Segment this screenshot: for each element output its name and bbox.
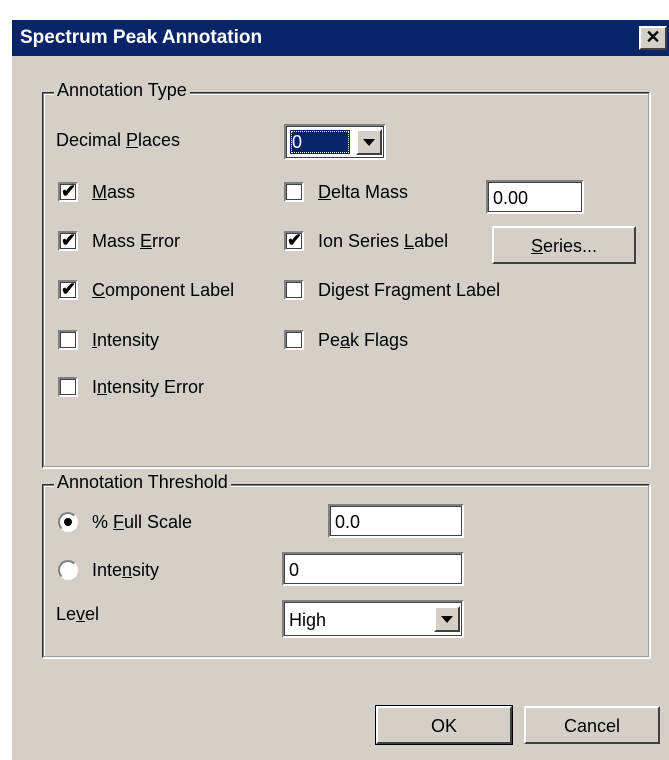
ion-series-label-checkbox[interactable]: ✔: [284, 230, 304, 251]
mass-error-label: Mass Error: [92, 231, 181, 251]
decimal-places-dropdown[interactable]: 0: [284, 124, 386, 160]
delta-mass-checkbox[interactable]: [284, 182, 304, 202]
intensity-threshold-input[interactable]: 0: [282, 552, 464, 586]
mass-error-checkbox[interactable]: ✔: [58, 230, 78, 251]
digest-fragment-label-label: Digest Fragment Label: [318, 280, 501, 300]
check-icon: ✔: [61, 279, 77, 299]
delta-mass-label: Delta Mass: [318, 182, 409, 202]
chevron-down-icon: [363, 139, 375, 146]
annotation-type-legend: Annotation Type: [54, 80, 190, 101]
delta-mass-input[interactable]: 0.00: [486, 180, 584, 214]
component-label-checkbox[interactable]: ✔: [58, 279, 78, 300]
mass-checkbox[interactable]: ✔: [58, 181, 78, 202]
intensity-error-label: Intensity Error: [92, 377, 205, 397]
close-button[interactable]: ✕: [639, 26, 667, 50]
cancel-button[interactable]: Cancel: [524, 706, 660, 744]
intensity-error-checkbox[interactable]: [58, 377, 78, 397]
peak-flags-checkbox[interactable]: [284, 330, 304, 350]
intensity-label: Intensity: [92, 330, 160, 350]
full-scale-input[interactable]: 0.0: [328, 504, 464, 538]
peak-flags-label: Peak Flags: [318, 330, 409, 350]
check-icon: ✔: [61, 230, 77, 250]
intensity-radio[interactable]: [58, 560, 78, 580]
full-scale-label: % Full Scale: [92, 512, 193, 532]
decimal-places-dropdown-button[interactable]: [356, 129, 382, 155]
title-bar[interactable]: Spectrum Peak Annotation ✕: [12, 20, 669, 56]
check-icon: ✔: [287, 230, 303, 250]
mass-label: Mass: [92, 182, 136, 202]
chevron-down-icon: [441, 616, 453, 623]
ok-button[interactable]: OK: [375, 705, 513, 745]
ion-series-label-label: Ion Series Label: [318, 231, 449, 251]
decimal-places-value: 0: [290, 130, 350, 154]
level-dropdown-button[interactable]: [434, 606, 460, 632]
annotation-threshold-legend: Annotation Threshold: [54, 472, 231, 493]
check-icon: ✔: [61, 181, 77, 201]
dialog-window: Spectrum Peak Annotation ✕ Annotation Ty…: [10, 18, 669, 760]
decimal-places-label: Decimal Places: [56, 130, 181, 150]
series-button[interactable]: Series...: [492, 226, 636, 264]
full-scale-radio[interactable]: [58, 512, 78, 532]
component-label-label: Component Label: [92, 280, 235, 300]
level-value: High: [289, 610, 327, 630]
digest-fragment-label-checkbox[interactable]: [284, 280, 304, 300]
level-label: Level: [56, 604, 100, 624]
dialog-title: Spectrum Peak Annotation: [20, 27, 263, 48]
level-dropdown[interactable]: High: [282, 600, 464, 638]
intensity-checkbox[interactable]: [58, 330, 78, 350]
close-icon: ✕: [645, 27, 661, 47]
radio-selected-icon: [64, 518, 72, 526]
intensity-threshold-label: Intensity: [92, 560, 160, 580]
